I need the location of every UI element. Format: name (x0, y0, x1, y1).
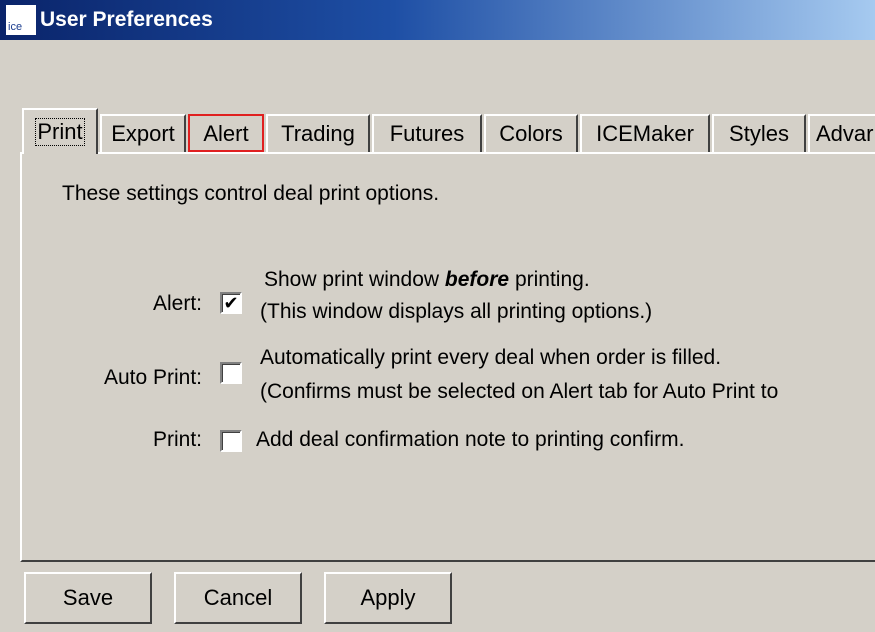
apply-button-label: Apply (360, 585, 416, 610)
panel-description: These settings control deal print option… (62, 182, 440, 205)
tab-icemaker[interactable]: ICEMaker (580, 114, 710, 152)
auto-print-checkbox[interactable] (220, 362, 242, 384)
tab-icemaker-label: ICEMaker (596, 121, 694, 146)
tab-alert[interactable]: Alert (188, 114, 264, 152)
print-option-text: Add deal confirmation note to printing c… (256, 428, 685, 451)
tab-alert-label: Alert (203, 121, 249, 146)
alert-option-label: Alert: (152, 292, 202, 315)
print-settings-panel: These settings control deal print option… (20, 152, 875, 562)
tab-styles[interactable]: Styles (712, 114, 806, 152)
tab-export-label: Export (111, 121, 175, 146)
tab-futures[interactable]: Futures (372, 114, 482, 152)
cancel-button-label: Cancel (203, 585, 273, 610)
tab-trading-label: Trading (281, 121, 355, 146)
auto-print-text-line1: Automatically print every deal when orde… (260, 346, 722, 369)
tab-futures-label: Futures (389, 121, 465, 146)
save-button[interactable]: Save (24, 572, 152, 624)
tab-export[interactable]: Export (100, 114, 186, 152)
tab-styles-label: Styles (729, 121, 789, 146)
tab-advanced[interactable]: Advar (808, 114, 875, 152)
tab-trading[interactable]: Trading (266, 114, 370, 152)
user-preferences-window: ice User Preferences Print Export Alert … (0, 0, 875, 632)
alert-option-text-line2: (This window displays all printing optio… (260, 300, 653, 323)
alert-text-pre: Show print window (264, 268, 445, 291)
window-title: User Preferences (40, 8, 213, 31)
save-button-label: Save (62, 585, 114, 610)
ice-app-icon: ice (6, 5, 36, 35)
auto-print-option-label: Auto Print: (103, 366, 202, 389)
checkmark-icon: ✔ (223, 293, 239, 313)
alert-checkbox[interactable]: ✔ (220, 292, 242, 314)
tab-advanced-label: Advar (816, 121, 874, 146)
app-icon-label: ice (8, 21, 23, 33)
auto-print-text-line2: (Confirms must be selected on Alert tab … (260, 380, 779, 403)
alert-text-post: printing. (509, 268, 590, 291)
tab-colors[interactable]: Colors (484, 114, 578, 152)
alert-option-text-line1: Show print window before printing. (264, 268, 590, 292)
tab-colors-label: Colors (499, 121, 563, 146)
print-option-label: Print: (152, 428, 202, 451)
alert-text-emphasis: before (444, 268, 510, 291)
tab-print-label: Print (35, 118, 85, 146)
cancel-button[interactable]: Cancel (174, 572, 302, 624)
tab-strip: Print Export Alert Trading Futures Color… (22, 108, 875, 154)
print-checkbox[interactable] (220, 430, 242, 452)
apply-button[interactable]: Apply (324, 572, 452, 624)
tab-print[interactable]: Print (22, 108, 98, 154)
title-bar[interactable]: ice User Preferences (0, 0, 875, 40)
